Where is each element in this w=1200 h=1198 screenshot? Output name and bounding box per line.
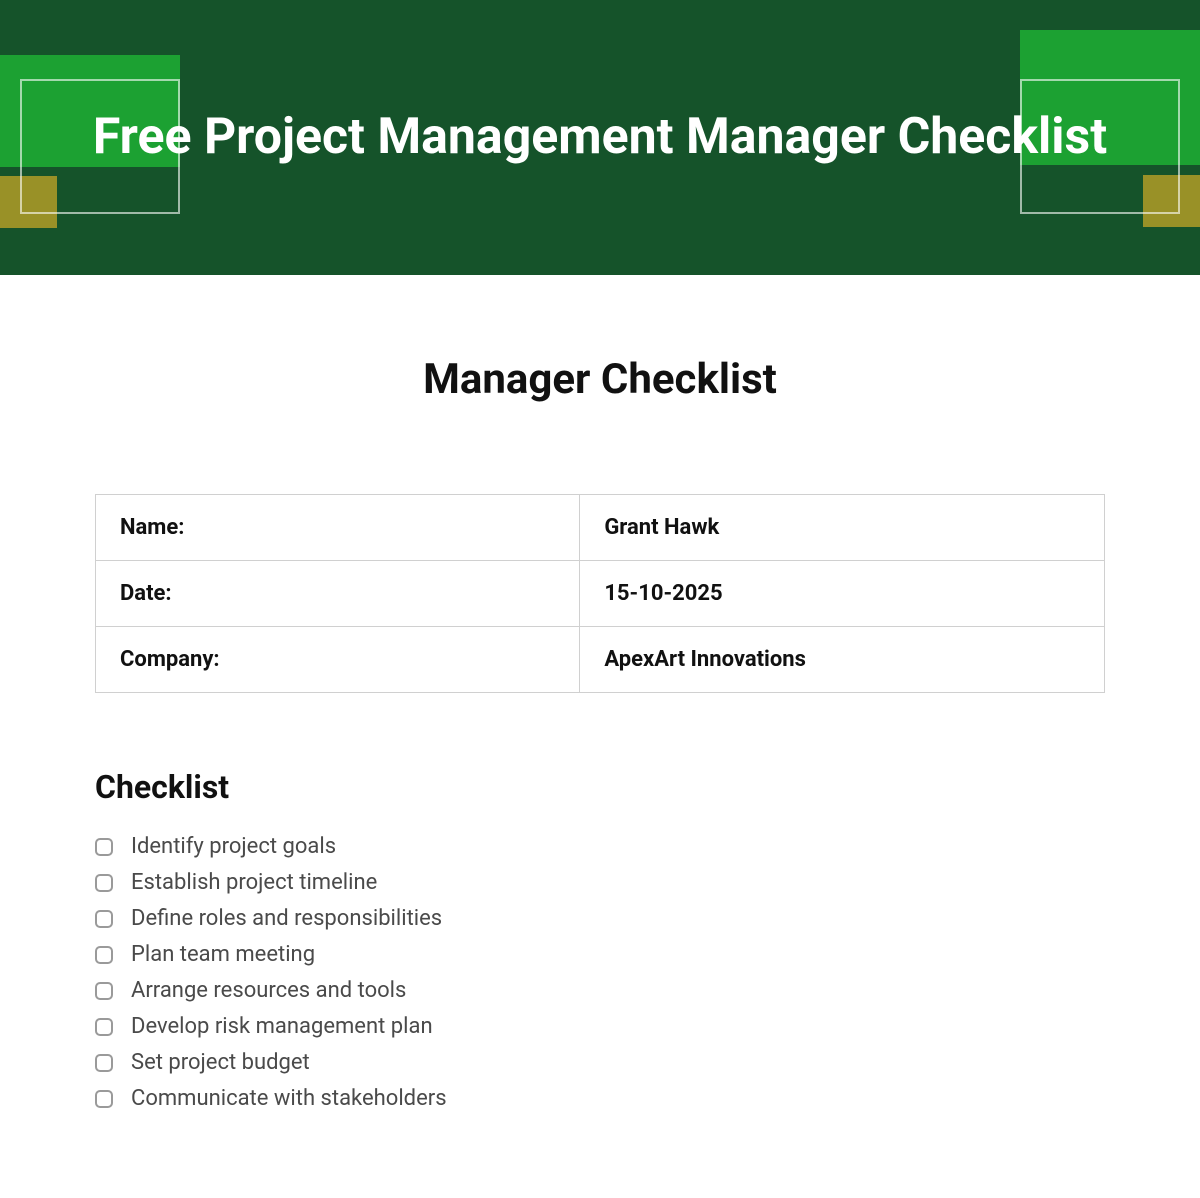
checklist-item: Develop risk management plan bbox=[95, 1014, 1105, 1039]
header-title: Free Project Management Manager Checklis… bbox=[93, 106, 1107, 169]
checklist-item: Communicate with stakeholders bbox=[95, 1086, 1105, 1111]
info-value-name: Grant Hawk bbox=[580, 495, 1105, 561]
checklist-item-label: Develop risk management plan bbox=[131, 1014, 433, 1039]
checklist-item-label: Identify project goals bbox=[131, 834, 336, 859]
checklist-item-label: Establish project timeline bbox=[131, 870, 377, 895]
info-label-date: Date: bbox=[96, 561, 580, 627]
content-area: Manager Checklist Name: Grant Hawk Date:… bbox=[0, 275, 1200, 1111]
checkbox-icon[interactable] bbox=[95, 874, 113, 892]
info-label-company: Company: bbox=[96, 627, 580, 693]
checklist-item: Define roles and responsibilities bbox=[95, 906, 1105, 931]
checklist: Identify project goals Establish project… bbox=[95, 834, 1105, 1111]
info-value-company: ApexArt Innovations bbox=[580, 627, 1105, 693]
checklist-item: Arrange resources and tools bbox=[95, 978, 1105, 1003]
checklist-item: Set project budget bbox=[95, 1050, 1105, 1075]
checklist-item-label: Plan team meeting bbox=[131, 942, 315, 967]
page-title: Manager Checklist bbox=[95, 355, 1105, 404]
checkbox-icon[interactable] bbox=[95, 910, 113, 928]
checkbox-icon[interactable] bbox=[95, 1018, 113, 1036]
checklist-item: Establish project timeline bbox=[95, 870, 1105, 895]
info-value-date: 15-10-2025 bbox=[580, 561, 1105, 627]
info-label-name: Name: bbox=[96, 495, 580, 561]
checkbox-icon[interactable] bbox=[95, 946, 113, 964]
table-row: Name: Grant Hawk bbox=[96, 495, 1105, 561]
checklist-item: Plan team meeting bbox=[95, 942, 1105, 967]
checkbox-icon[interactable] bbox=[95, 1090, 113, 1108]
checklist-item-label: Set project budget bbox=[131, 1050, 310, 1075]
page-header: Free Project Management Manager Checklis… bbox=[0, 0, 1200, 275]
checklist-section-title: Checklist bbox=[95, 768, 1105, 806]
table-row: Company: ApexArt Innovations bbox=[96, 627, 1105, 693]
checklist-item-label: Define roles and responsibilities bbox=[131, 906, 442, 931]
checkbox-icon[interactable] bbox=[95, 982, 113, 1000]
checklist-item-label: Communicate with stakeholders bbox=[131, 1086, 447, 1111]
checkbox-icon[interactable] bbox=[95, 838, 113, 856]
checklist-item-label: Arrange resources and tools bbox=[131, 978, 406, 1003]
checklist-item: Identify project goals bbox=[95, 834, 1105, 859]
info-table: Name: Grant Hawk Date: 15-10-2025 Compan… bbox=[95, 494, 1105, 693]
table-row: Date: 15-10-2025 bbox=[96, 561, 1105, 627]
checkbox-icon[interactable] bbox=[95, 1054, 113, 1072]
